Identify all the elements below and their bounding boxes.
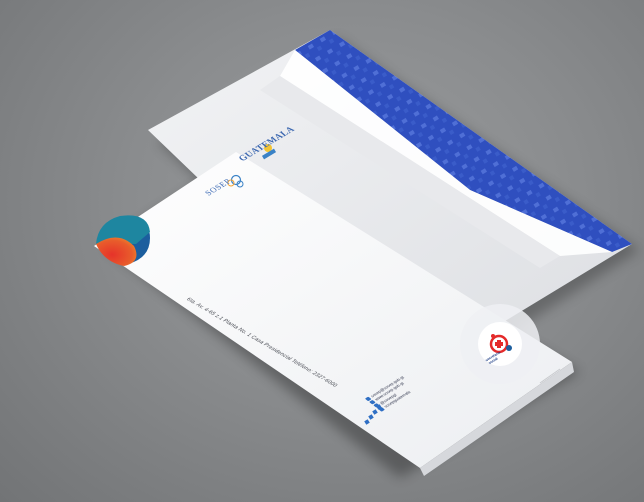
mockup-scene: GUATEMALA SOSEP secretaría social 6ta. A… [0,0,644,502]
envelope-mockup-graphic [94,30,640,478]
